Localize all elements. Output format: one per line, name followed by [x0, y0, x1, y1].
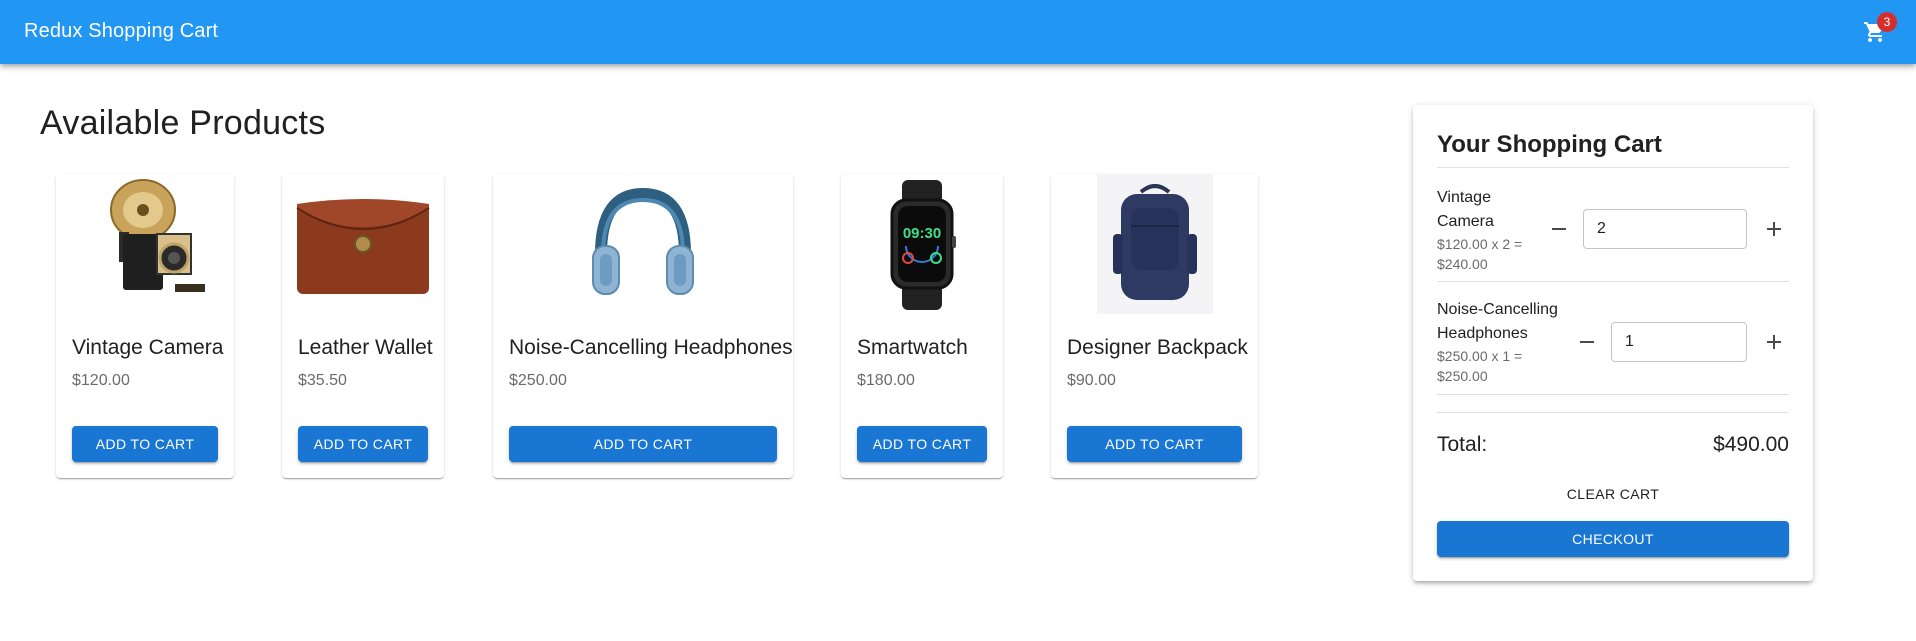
product-name: Smartwatch: [857, 336, 968, 359]
divider: [1437, 394, 1789, 395]
total-value: $490.00: [1713, 433, 1789, 456]
add-to-cart-button[interactable]: ADD TO CART: [1067, 426, 1242, 462]
app-title: Redux Shopping Cart: [24, 20, 219, 42]
checkout-button[interactable]: CHECKOUT: [1437, 521, 1789, 557]
cart-item-subtotal: $250.00 x 1 =: [1437, 348, 1523, 364]
cart-item-name: Camera: [1437, 213, 1494, 230]
cart-item-name: Noise-Cancelling: [1437, 301, 1558, 318]
cart-count-badge: 3: [1877, 12, 1897, 32]
headphones-image: [592, 187, 694, 295]
product-media: [282, 174, 444, 314]
decrease-quantity-button[interactable]: [1571, 326, 1603, 358]
plus-icon: [1767, 335, 1781, 349]
total-label: Total:: [1437, 433, 1488, 456]
cart-item-subtotal: $240.00: [1437, 256, 1488, 272]
clear-cart-button[interactable]: CLEAR CART: [1437, 476, 1789, 512]
add-to-cart-button[interactable]: ADD TO CART: [298, 426, 428, 462]
app-bar: Redux Shopping Cart 3: [0, 0, 1916, 64]
cart-item-name: Vintage: [1437, 189, 1491, 206]
minus-icon: [1552, 228, 1566, 230]
product-price: $120.00: [72, 372, 130, 389]
divider: [1437, 281, 1789, 282]
product-card: Noise-Cancelling Headphones $250.00 ADD …: [493, 174, 793, 478]
product-card: Vintage Camera $120.00 ADD TO CART: [56, 174, 234, 478]
increase-quantity-button[interactable]: [1758, 213, 1790, 245]
decrease-quantity-button[interactable]: [1543, 213, 1575, 245]
product-media: [1051, 174, 1258, 314]
product-name: Leather Wallet: [298, 336, 433, 359]
backpack-image: [1096, 174, 1213, 314]
divider: [1437, 412, 1789, 413]
divider: [1437, 167, 1789, 168]
product-card: 09:30 Smartwatch $180.00 ADD TO CART: [841, 174, 1003, 478]
quantity-input[interactable]: [1611, 322, 1747, 362]
product-card: Designer Backpack $90.00 ADD TO CART: [1051, 174, 1258, 478]
shopping-cart-panel: Your Shopping Cart Vintage Camera $120.0…: [1413, 105, 1813, 581]
product-media: [493, 174, 793, 314]
product-media: [56, 174, 234, 314]
cart-item-name: Headphones: [1437, 325, 1528, 342]
minus-icon: [1580, 341, 1594, 343]
product-card: Leather Wallet $35.50 ADD TO CART: [282, 174, 444, 478]
add-to-cart-button[interactable]: ADD TO CART: [509, 426, 777, 462]
product-name: Noise-Cancelling Headphones: [509, 336, 793, 359]
product-media: 09:30: [841, 174, 1003, 314]
product-price: $250.00: [509, 372, 567, 389]
cart-item-subtotal: $250.00: [1437, 368, 1488, 384]
leather-wallet-image: [296, 199, 430, 294]
vintage-camera-image: [110, 179, 205, 292]
increase-quantity-button[interactable]: [1758, 326, 1790, 358]
cart-item-subtotal: $120.00 x 2 =: [1437, 236, 1523, 252]
cart-button[interactable]: 3: [1857, 12, 1897, 50]
product-price: $35.50: [298, 372, 347, 389]
quantity-input[interactable]: [1583, 209, 1747, 249]
product-price: $180.00: [857, 372, 915, 389]
product-name: Vintage Camera: [72, 336, 224, 359]
add-to-cart-button[interactable]: ADD TO CART: [72, 426, 218, 462]
product-name: Designer Backpack: [1067, 336, 1248, 359]
product-price: $90.00: [1067, 372, 1116, 389]
plus-icon: [1767, 222, 1781, 236]
add-to-cart-button[interactable]: ADD TO CART: [857, 426, 987, 462]
svg-text:09:30: 09:30: [903, 225, 941, 242]
products-heading: Available Products: [40, 104, 326, 142]
smartwatch-image: 09:30: [890, 180, 956, 310]
cart-title: Your Shopping Cart: [1437, 131, 1662, 158]
